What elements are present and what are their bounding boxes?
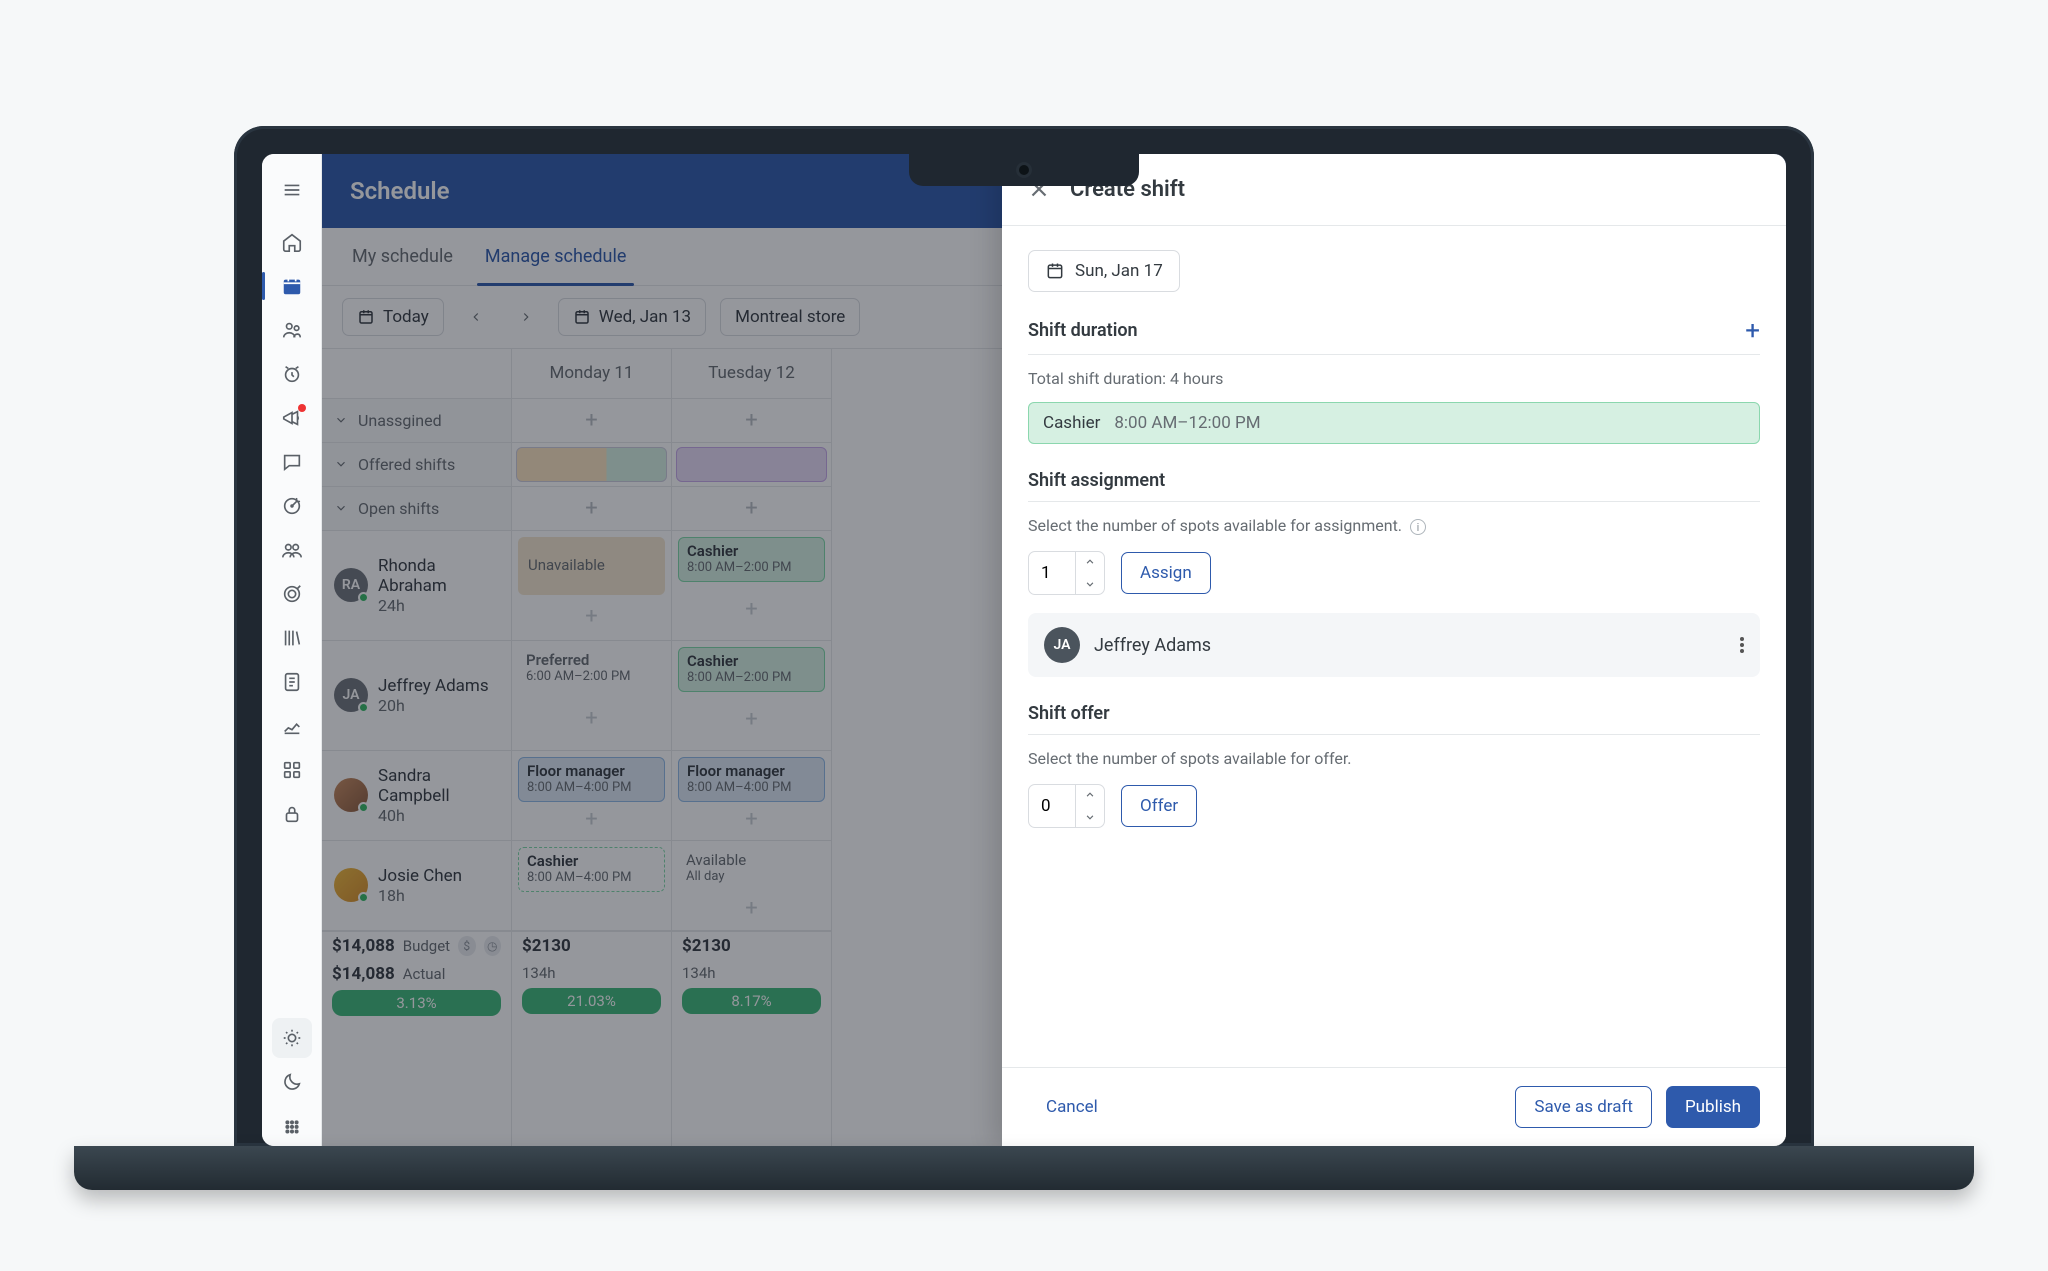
nav-lock[interactable] <box>272 794 312 834</box>
nav-schedule[interactable] <box>272 266 312 306</box>
shift-date-picker[interactable]: Sun, Jan 17 <box>1028 250 1180 292</box>
section-title-assignment: Shift assignment <box>1028 470 1165 491</box>
nav-more[interactable] <box>272 1106 312 1146</box>
theme-light[interactable] <box>272 1018 312 1058</box>
section-title-duration: Shift duration <box>1028 320 1138 341</box>
assignee-avatar: JA <box>1044 627 1080 663</box>
create-shift-panel: Create shift Sun, Jan 17 Shift duration … <box>1002 154 1786 1146</box>
duration-slot[interactable]: Cashier 8:00 AM–12:00 PM <box>1028 402 1760 444</box>
stepper-up[interactable] <box>1076 551 1104 573</box>
nav-rail <box>262 154 322 1146</box>
nav-library[interactable] <box>272 618 312 658</box>
offer-button[interactable]: Offer <box>1121 785 1197 827</box>
stepper-down[interactable] <box>1076 573 1104 595</box>
nav-people[interactable] <box>272 530 312 570</box>
nav-goals[interactable] <box>272 574 312 614</box>
kebab-icon[interactable] <box>1740 637 1744 653</box>
stepper-down[interactable] <box>1076 806 1104 828</box>
offer-count-stepper[interactable] <box>1028 784 1105 828</box>
offer-count-input[interactable] <box>1029 796 1075 816</box>
nav-reports[interactable] <box>272 706 312 746</box>
nav-chat[interactable] <box>272 442 312 482</box>
nav-alarm[interactable] <box>272 354 312 394</box>
section-title-offer: Shift offer <box>1028 703 1110 724</box>
theme-dark[interactable] <box>272 1062 312 1102</box>
assignee-row: JA Jeffrey Adams <box>1028 613 1760 677</box>
nav-team[interactable] <box>272 310 312 350</box>
nav-announce[interactable] <box>272 398 312 438</box>
nav-timesheet[interactable] <box>272 662 312 702</box>
assignment-count-stepper[interactable] <box>1028 551 1105 595</box>
save-draft-button[interactable]: Save as draft <box>1515 1086 1652 1128</box>
nav-home[interactable] <box>272 222 312 262</box>
publish-button[interactable]: Publish <box>1666 1086 1760 1128</box>
nav-target[interactable] <box>272 486 312 526</box>
nav-integrations[interactable] <box>272 750 312 790</box>
duration-total: Total shift duration: 4 hours <box>1028 369 1760 388</box>
info-icon[interactable]: i <box>1410 519 1426 535</box>
stepper-up[interactable] <box>1076 784 1104 806</box>
add-duration-button[interactable]: + <box>1745 318 1760 344</box>
cancel-button[interactable]: Cancel <box>1028 1087 1116 1127</box>
offer-desc: Select the number of spots available for… <box>1028 749 1760 768</box>
assign-button[interactable]: Assign <box>1121 552 1211 594</box>
assignment-count-input[interactable] <box>1029 563 1075 583</box>
menu-button[interactable] <box>272 170 312 210</box>
assignment-desc: Select the number of spots available for… <box>1028 516 1760 536</box>
assignee-name: Jeffrey Adams <box>1094 635 1211 656</box>
